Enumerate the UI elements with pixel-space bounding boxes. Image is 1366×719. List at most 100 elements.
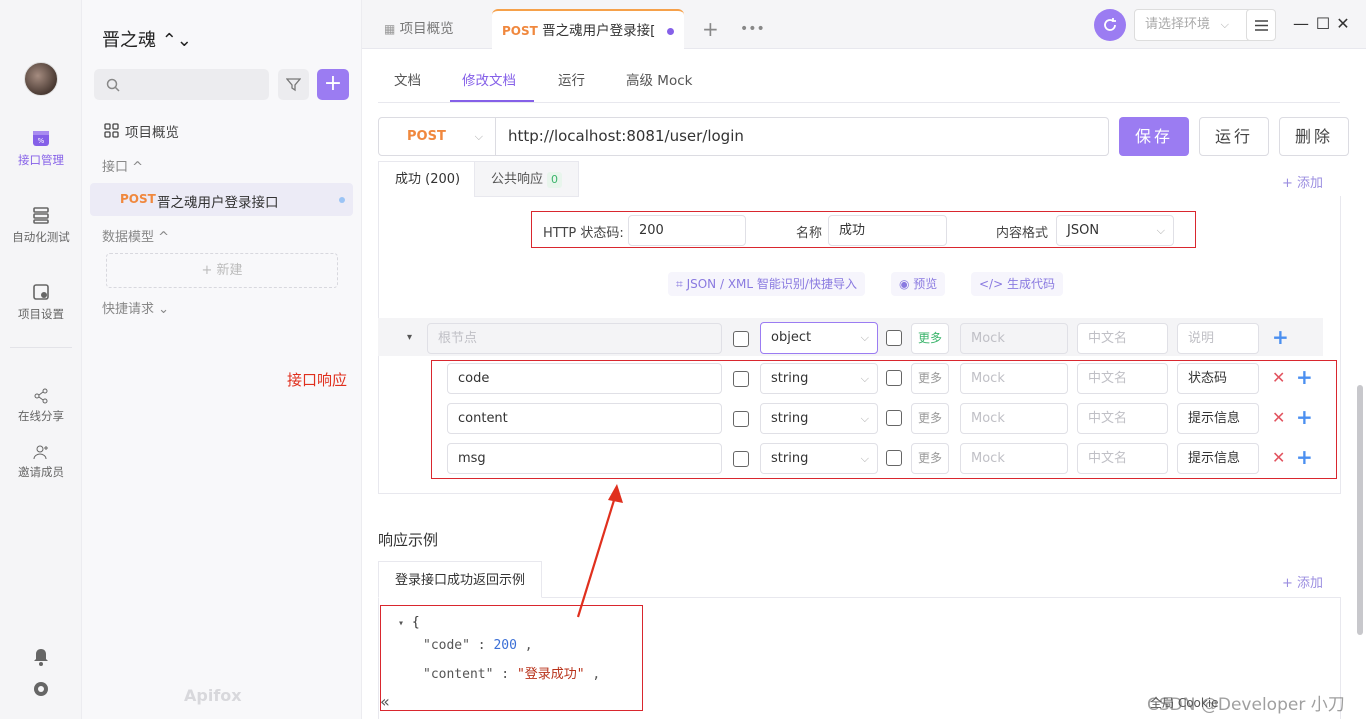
delete-field-icon[interactable]: ✕ [1272,408,1285,427]
root-node-input[interactable]: 根节点 [427,323,722,354]
subtab-run[interactable]: 运行 [558,69,585,89]
more-button[interactable]: 更多 [911,323,949,354]
tab-login-api[interactable]: POST 晋之魂用户登录接[ [492,9,684,49]
add-button[interactable]: + [317,69,349,100]
add-example-link[interactable]: + 添加 [1282,572,1323,591]
required-checkbox[interactable] [733,411,749,427]
close-icon[interactable]: ✕ [1333,14,1353,34]
json-value: "登录成功" [516,667,585,682]
nullable-checkbox[interactable] [886,410,902,426]
add-field-icon[interactable]: + [1296,405,1313,429]
new-tab-button[interactable]: + [692,9,729,49]
more-button[interactable]: 更多 [911,403,949,434]
project-switcher[interactable]: 晋之魂 ⌃⌄ [102,26,192,52]
save-button[interactable]: 保存 [1119,117,1189,156]
desc-input[interactable]: 状态码 [1177,363,1259,394]
rail-item-share[interactable]: 在线分享 [0,388,82,424]
rail-item-project-settings[interactable]: 项目设置 [0,282,82,322]
preview-link[interactable]: ◉ 预览 [891,272,946,296]
code-line: ▾ { [398,615,420,630]
mock-input[interactable]: Mock [960,443,1068,474]
bell-icon[interactable] [33,648,49,666]
desc-input[interactable]: 提示信息 [1177,403,1259,434]
desc-input[interactable]: 提示信息 [1177,443,1259,474]
name-input[interactable]: 成功 [828,215,947,246]
mock-input[interactable]: Mock [960,363,1068,394]
filter-button[interactable] [278,69,309,100]
nullable-checkbox[interactable] [886,370,902,386]
add-field-icon[interactable]: + [1296,445,1313,469]
rail-label: 项目设置 [18,307,64,321]
search-icon [106,78,120,92]
tab-overview[interactable]: ▦ 项目概览 [374,9,464,49]
unsaved-dot [339,197,345,203]
type-select[interactable]: string ⌵ [760,403,878,434]
tab-example-success[interactable]: 登录接口成功返回示例 [378,561,543,598]
tab-public-response[interactable]: 公共响应 0 [474,161,580,197]
generate-code-link[interactable]: </> 生成代码 [971,272,1063,296]
required-checkbox[interactable] [733,371,749,387]
left-rail: % 接口管理 自动化测试 项目设置 在线分享 邀请成员 [0,0,82,719]
cn-name-input[interactable]: 中文名 [1077,443,1168,474]
type-select[interactable]: string ⌵ [760,443,878,474]
url-input[interactable]: http://localhost:8081/user/login [508,118,744,155]
delete-button[interactable]: 删除 [1279,117,1349,156]
field-name-input[interactable]: content [447,403,722,434]
sidebar-item-login-api[interactable]: POST 晋之魂用户登录接口 [90,183,353,216]
required-checkbox[interactable] [733,331,749,347]
maximize-icon[interactable]: ☐ [1313,14,1333,34]
delete-field-icon[interactable]: ✕ [1272,448,1285,467]
collapse-icon[interactable]: ▾ [398,618,404,629]
mock-input[interactable]: Mock [960,403,1068,434]
env-select[interactable]: 请选择环境 ⌵ [1134,9,1252,41]
run-button[interactable]: 运行 [1199,117,1269,156]
cn-name-input[interactable]: 中文名 [1077,363,1168,394]
type-select[interactable]: object ⌵ [760,322,878,354]
new-model-button[interactable]: + 新建 [106,253,338,288]
content-format-select[interactable]: JSON ⌵ [1056,215,1174,246]
smart-import-link[interactable]: ⌗ JSON / XML 智能识别/快捷导入 [668,272,865,296]
subtab-doc[interactable]: 文档 [394,69,421,89]
section-data-model[interactable]: 数据模型 ^ [102,226,169,245]
gear-icon[interactable] [32,680,50,698]
caret-down-icon[interactable]: ▾ [407,332,412,343]
status-code-label: HTTP 状态码: [543,226,624,241]
rail-item-automation[interactable]: 自动化测试 [0,205,82,245]
method-select[interactable]: POST ⌵ [379,118,496,155]
more-button[interactable]: 更多 [911,443,949,474]
tab-success-200[interactable]: 成功 (200) [378,161,478,197]
sidebar-item-overview[interactable]: 项目概览 [102,121,179,141]
minimize-icon[interactable]: — [1291,14,1311,34]
collapse-panel-icon[interactable]: « [380,692,390,711]
mock-input[interactable]: Mock [960,323,1068,354]
add-field-icon[interactable]: + [1272,325,1289,349]
rail-item-api-management[interactable]: % 接口管理 [0,128,82,168]
more-tabs-icon[interactable]: ••• [730,9,775,49]
avatar[interactable] [24,62,58,96]
add-response-link[interactable]: + 添加 [1282,172,1323,191]
desc-input[interactable]: 说明 [1177,323,1259,354]
nullable-checkbox[interactable] [886,330,902,346]
menu-button[interactable] [1246,9,1276,41]
menu-icon [1255,20,1268,31]
required-checkbox[interactable] [733,451,749,467]
nullable-checkbox[interactable] [886,450,902,466]
subtab-edit-doc[interactable]: 修改文档 [462,69,516,89]
subtab-advanced-mock[interactable]: 高级 Mock [626,69,692,89]
rail-item-invite[interactable]: 邀请成员 [0,444,82,480]
type-select[interactable]: string ⌵ [760,363,878,394]
scrollbar[interactable] [1357,385,1363,635]
more-button[interactable]: 更多 [911,363,949,394]
field-name-input[interactable]: code [447,363,722,394]
status-code-input[interactable]: 200 [628,215,746,246]
sync-button[interactable] [1094,9,1126,41]
search-input[interactable] [94,69,269,100]
section-api[interactable]: 接口 ^ [102,156,143,175]
section-quick-request[interactable]: 快捷请求 ⌄ [102,298,169,317]
field-name-input[interactable]: msg [447,443,722,474]
delete-field-icon[interactable]: ✕ [1272,368,1285,387]
cn-name-input[interactable]: 中文名 [1077,403,1168,434]
rail-label: 在线分享 [18,409,64,423]
add-field-icon[interactable]: + [1296,365,1313,389]
cn-name-input[interactable]: 中文名 [1077,323,1168,354]
